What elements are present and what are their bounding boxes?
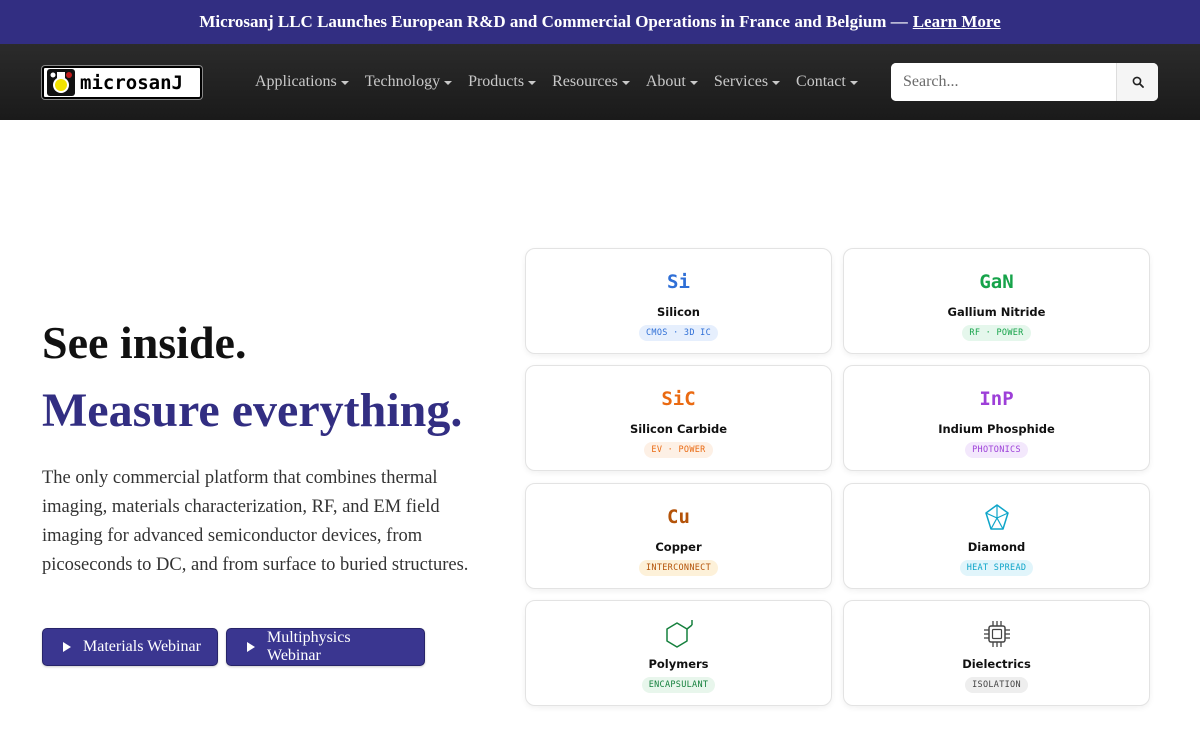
material-card-silicon[interactable]: Si Silicon CMOS · 3D IC xyxy=(525,248,832,354)
play-icon xyxy=(247,642,255,652)
material-card-dielectrics[interactable]: Dielectrics ISOLATION xyxy=(843,600,1150,706)
polymer-hexagon-icon xyxy=(665,620,693,648)
nav-label: Technology xyxy=(364,73,441,90)
announcement-text: Microsanj LLC Launches European R&D and … xyxy=(199,12,908,31)
materials-webinar-button[interactable]: Materials Webinar xyxy=(42,628,218,666)
logo[interactable]: microsanJ xyxy=(42,66,202,99)
material-card-polymers[interactable]: Polymers ENCAPSULANT xyxy=(525,600,832,706)
caret-down-icon xyxy=(340,80,349,85)
multiphysics-webinar-button[interactable]: Multiphysics Webinar xyxy=(226,628,425,666)
nav-contact[interactable]: Contact xyxy=(796,73,858,91)
material-name: Silicon Carbide xyxy=(629,422,728,436)
hero-title-line2: Measure everything. xyxy=(42,384,463,437)
hero-title-line1: See inside. xyxy=(42,317,247,368)
caret-down-icon xyxy=(621,80,630,85)
nav-label: About xyxy=(645,73,686,90)
material-name: Copper xyxy=(655,540,702,554)
material-symbol: GaN xyxy=(979,271,1014,293)
material-icon-wrap xyxy=(981,621,1013,647)
material-tag: PHOTONICS xyxy=(965,442,1028,458)
logo-text: microsanJ xyxy=(80,71,183,94)
search-input[interactable] xyxy=(891,63,1116,101)
caret-down-icon xyxy=(689,80,698,85)
material-card-diamond[interactable]: Diamond HEAT SPREAD xyxy=(843,483,1150,589)
learn-more-link[interactable]: Learn More xyxy=(913,12,1001,32)
material-tag: ENCAPSULANT xyxy=(641,677,716,693)
search-button[interactable] xyxy=(1116,63,1158,101)
nav-label: Services xyxy=(713,73,769,90)
material-tag: RF · POWER xyxy=(962,325,1031,341)
material-tag: HEAT SPREAD xyxy=(959,560,1034,576)
material-card-gallium-nitride[interactable]: GaN Gallium Nitride RF · POWER xyxy=(843,248,1150,354)
caret-down-icon xyxy=(772,80,781,85)
button-label: Multiphysics Webinar xyxy=(267,629,351,664)
material-name: Indium Phosphide xyxy=(938,422,1055,436)
material-card-indium-phosphide[interactable]: InP Indium Phosphide PHOTONICS xyxy=(843,365,1150,471)
play-icon xyxy=(63,642,71,652)
material-symbol: Si xyxy=(667,271,690,293)
search-icon xyxy=(1132,76,1144,88)
material-name: Dielectrics xyxy=(962,657,1031,671)
navbar: microsanJ Applications Technology Produc… xyxy=(0,44,1200,120)
nav-label: Contact xyxy=(796,73,846,90)
material-tag: ISOLATION xyxy=(965,677,1028,693)
material-name: Gallium Nitride xyxy=(947,305,1046,319)
material-card-silicon-carbide[interactable]: SiC Silicon Carbide EV · POWER xyxy=(525,365,832,471)
material-card-copper[interactable]: Cu Copper INTERCONNECT xyxy=(525,483,832,589)
nav-menu: Applications Technology Products Resourc… xyxy=(255,44,874,120)
material-tag: CMOS · 3D IC xyxy=(638,325,718,341)
logo-mark-icon xyxy=(47,69,75,96)
button-label: Materials Webinar xyxy=(83,638,201,655)
material-icon-wrap xyxy=(983,504,1011,530)
material-icon-wrap xyxy=(662,620,696,648)
material-tag: EV · POWER xyxy=(644,442,713,458)
nav-label: Products xyxy=(468,73,525,90)
nav-label: Applications xyxy=(255,73,337,90)
caret-down-icon xyxy=(849,80,858,85)
search-box xyxy=(891,63,1158,101)
nav-about[interactable]: About xyxy=(646,73,698,91)
chip-icon xyxy=(983,621,1010,647)
material-name: Polymers xyxy=(648,657,709,671)
material-symbol: InP xyxy=(979,388,1014,410)
nav-services[interactable]: Services xyxy=(713,73,781,91)
nav-technology[interactable]: Technology xyxy=(364,73,453,91)
material-symbol: Cu xyxy=(667,506,690,528)
material-name: Diamond xyxy=(967,540,1026,554)
announcement-bar: Microsanj LLC Launches European R&D and … xyxy=(0,0,1200,44)
material-name: Silicon xyxy=(656,305,700,319)
material-symbol: SiC xyxy=(661,388,696,410)
nav-applications[interactable]: Applications xyxy=(255,73,349,91)
hero-description: The only commercial platform that combin… xyxy=(42,468,469,575)
nav-resources[interactable]: Resources xyxy=(552,73,630,91)
material-tag: INTERCONNECT xyxy=(638,560,718,576)
caret-down-icon xyxy=(528,80,537,85)
caret-down-icon xyxy=(444,80,453,85)
nav-label: Resources xyxy=(552,73,618,90)
diamond-icon xyxy=(984,504,1009,530)
nav-products[interactable]: Products xyxy=(468,73,537,91)
